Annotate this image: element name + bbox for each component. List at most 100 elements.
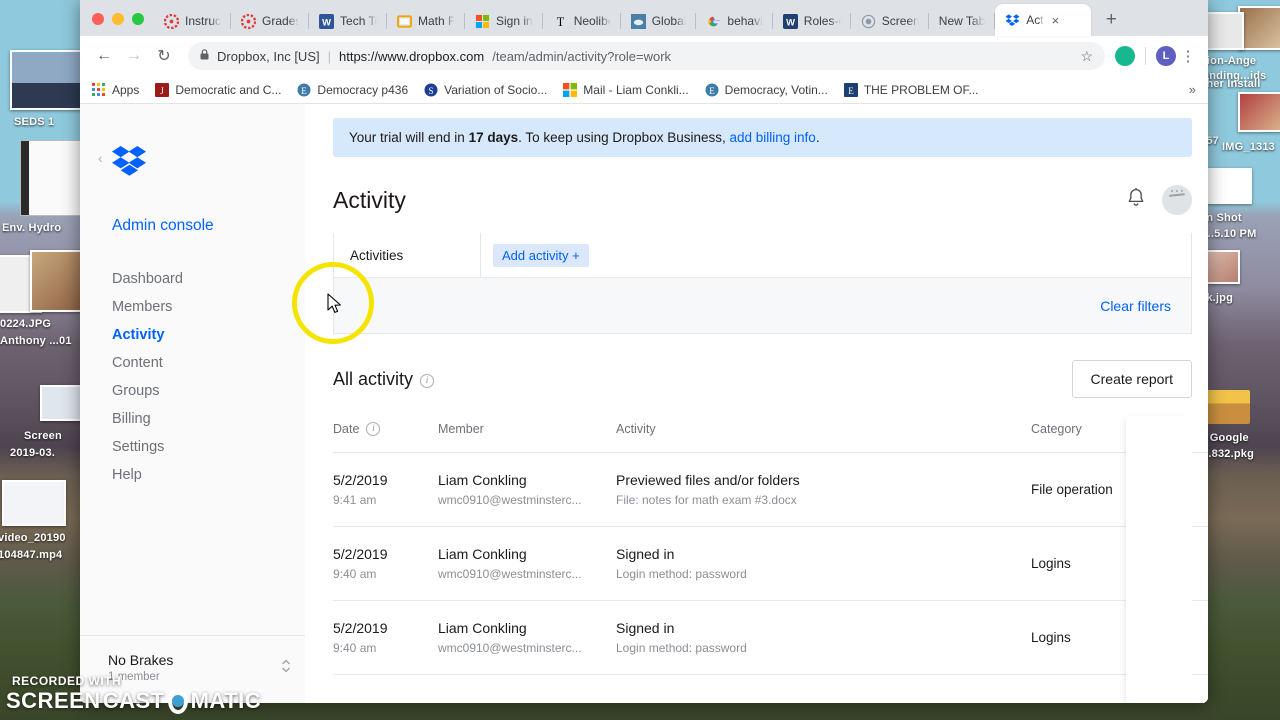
nytimes-icon: T bbox=[553, 14, 568, 29]
bookmark-star-icon[interactable]: ☆ bbox=[1080, 48, 1093, 65]
desktop-icon-thumb[interactable] bbox=[10, 50, 82, 110]
filter-row: Activities Add activity + bbox=[334, 233, 1191, 277]
sidebar-item-billing[interactable]: Billing bbox=[80, 405, 305, 433]
word-icon: W bbox=[782, 13, 798, 29]
browser-toolbar: ← → ↻ Dropbox, Inc [US] | https://www.dr… bbox=[80, 36, 1208, 76]
browser-menu-button[interactable]: ⋮ bbox=[1178, 47, 1198, 65]
close-icon[interactable]: × bbox=[1052, 14, 1060, 27]
row-more-button[interactable]: ••• bbox=[1126, 555, 1192, 573]
mouse-cursor bbox=[327, 293, 343, 320]
browser-tab[interactable]: Sign in bbox=[465, 6, 543, 36]
create-report-button[interactable]: Create report bbox=[1071, 360, 1192, 398]
dropbox-icon bbox=[1005, 13, 1020, 28]
desktop-icon-package[interactable] bbox=[1204, 390, 1250, 424]
url-path: /team/admin/activity?role=work bbox=[492, 48, 672, 64]
row-member-email: wmc0910@westminsterc... bbox=[438, 493, 582, 507]
svg-text:E: E bbox=[848, 86, 854, 96]
desktop-icon-document[interactable] bbox=[1204, 168, 1252, 204]
browser-tab[interactable]: W Roles-c bbox=[773, 6, 851, 36]
table-row[interactable]: 5/2/2019 9:40 am Liam Conkling wmc0910@w… bbox=[333, 601, 1208, 675]
microsoft-icon bbox=[475, 14, 490, 29]
row-activity-detail: Login method: password bbox=[616, 567, 747, 581]
column-header-date[interactable]: Date i bbox=[333, 422, 438, 436]
desktop-icon-photo[interactable] bbox=[1238, 92, 1280, 132]
desktop-icon-photo[interactable] bbox=[30, 250, 86, 312]
desktop-icon-photo[interactable] bbox=[1238, 6, 1280, 50]
browser-tab[interactable]: Grades bbox=[231, 6, 310, 36]
trial-banner: Your trial will end in 17 days. To keep … bbox=[333, 118, 1192, 157]
address-bar[interactable]: Dropbox, Inc [US] | https://www.dropbox.… bbox=[188, 42, 1105, 70]
team-name: No Brakes bbox=[108, 652, 174, 668]
info-icon[interactable]: i bbox=[420, 373, 435, 388]
bookmark-item[interactable]: E Democracy, Votin... bbox=[705, 83, 828, 97]
gear-icon[interactable] bbox=[1152, 420, 1167, 438]
browser-tab[interactable]: behavi bbox=[696, 6, 774, 36]
window-controls bbox=[88, 13, 154, 36]
trial-text-before: Your trial will end in bbox=[349, 130, 469, 145]
column-header-activity[interactable]: Activity bbox=[616, 422, 1031, 436]
admin-console-title[interactable]: Admin console bbox=[112, 217, 305, 235]
bookmark-apps[interactable]: Apps bbox=[92, 82, 139, 97]
bookmark-item[interactable]: E THE PROBLEM OF... bbox=[843, 82, 979, 97]
bookmark-item[interactable]: S Variation of Socio... bbox=[424, 83, 547, 97]
toolbar-divider bbox=[1145, 47, 1146, 65]
sidebar-item-help[interactable]: Help bbox=[80, 461, 305, 489]
bookmark-item[interactable]: J Democratic and C... bbox=[155, 82, 281, 97]
sidebar-item-activity[interactable]: Activity bbox=[80, 321, 305, 349]
browser-tab[interactable]: Instruc bbox=[154, 6, 232, 36]
row-more-button[interactable]: ••• bbox=[1126, 629, 1192, 647]
sidebar-nav: Dashboard Members Activity Content Group… bbox=[80, 265, 305, 489]
bookmark-item[interactable]: E Democracy p436 bbox=[297, 83, 408, 97]
row-more-button[interactable]: ••• bbox=[1126, 481, 1192, 499]
ellipsis-icon[interactable]: ••• bbox=[1149, 481, 1168, 497]
site-identity: Dropbox, Inc [US] bbox=[217, 48, 320, 64]
bell-icon[interactable] bbox=[1126, 187, 1146, 214]
ebsco-icon: E bbox=[705, 83, 719, 97]
column-header-category[interactable]: Category bbox=[1031, 422, 1126, 436]
dropbox-logo-icon[interactable] bbox=[112, 146, 305, 181]
close-window-button[interactable] bbox=[92, 13, 104, 25]
clear-filters-link[interactable]: Clear filters bbox=[1100, 298, 1171, 314]
all-activity-label: All activity bbox=[333, 368, 414, 389]
sidebar-item-settings[interactable]: Settings bbox=[80, 433, 305, 461]
column-header-member[interactable]: Member bbox=[438, 422, 616, 436]
avatar[interactable] bbox=[1162, 185, 1192, 215]
browser-tab[interactable]: W Tech To bbox=[309, 6, 388, 36]
browser-tab[interactable]: New Tab bbox=[929, 6, 996, 36]
forward-button[interactable]: → bbox=[120, 42, 148, 70]
canvas-icon bbox=[163, 13, 180, 29]
chevron-updown-icon[interactable] bbox=[281, 652, 291, 679]
collapse-sidebar-icon[interactable]: ‹ bbox=[98, 150, 103, 166]
desktop-icon-video[interactable] bbox=[2, 480, 66, 526]
sidebar-item-members[interactable]: Members bbox=[80, 293, 305, 321]
browser-tab[interactable]: Global bbox=[621, 6, 697, 36]
bookmark-item[interactable]: Mail - Liam Conkli... bbox=[563, 82, 689, 97]
back-button[interactable]: ← bbox=[90, 42, 118, 70]
browser-tab-active[interactable]: Act × bbox=[995, 4, 1092, 36]
add-billing-info-link[interactable]: add billing info bbox=[729, 130, 815, 145]
desktop-icon-notebook[interactable] bbox=[20, 140, 82, 216]
minimize-window-button[interactable] bbox=[112, 13, 124, 25]
activities-filter-field[interactable]: Add activity + bbox=[480, 233, 1191, 277]
maximize-window-button[interactable] bbox=[132, 13, 144, 25]
reload-button[interactable]: ↻ bbox=[150, 42, 178, 70]
browser-tab[interactable]: Screen bbox=[851, 6, 929, 36]
browser-tab[interactable]: T Neolibe bbox=[543, 6, 621, 36]
table-row[interactable]: 5/2/2019 9:41 am Liam Conkling wmc0910@w… bbox=[333, 453, 1208, 527]
bookmarks-overflow-button[interactable]: » bbox=[1189, 82, 1196, 97]
profile-avatar[interactable]: L bbox=[1156, 46, 1176, 66]
row-category: File operation bbox=[1031, 482, 1113, 497]
new-tab-button[interactable]: + bbox=[1097, 6, 1125, 34]
row-member-email: wmc0910@westminsterc... bbox=[438, 641, 582, 655]
sidebar-item-dashboard[interactable]: Dashboard bbox=[80, 265, 305, 293]
sidebar-item-groups[interactable]: Groups bbox=[80, 377, 305, 405]
info-icon[interactable]: i bbox=[366, 422, 381, 436]
table-row[interactable]: 5/2/2019 9:40 am Liam Conkling wmc0910@w… bbox=[333, 527, 1208, 601]
extension-avatar[interactable] bbox=[1115, 46, 1135, 66]
browser-tab[interactable]: Math F bbox=[387, 6, 466, 36]
ellipsis-icon[interactable]: ••• bbox=[1149, 555, 1168, 571]
sidebar-item-content[interactable]: Content bbox=[80, 349, 305, 377]
add-activity-button[interactable]: Add activity + bbox=[493, 243, 589, 267]
table-settings-button[interactable] bbox=[1126, 420, 1192, 438]
ellipsis-icon[interactable]: ••• bbox=[1149, 629, 1168, 645]
